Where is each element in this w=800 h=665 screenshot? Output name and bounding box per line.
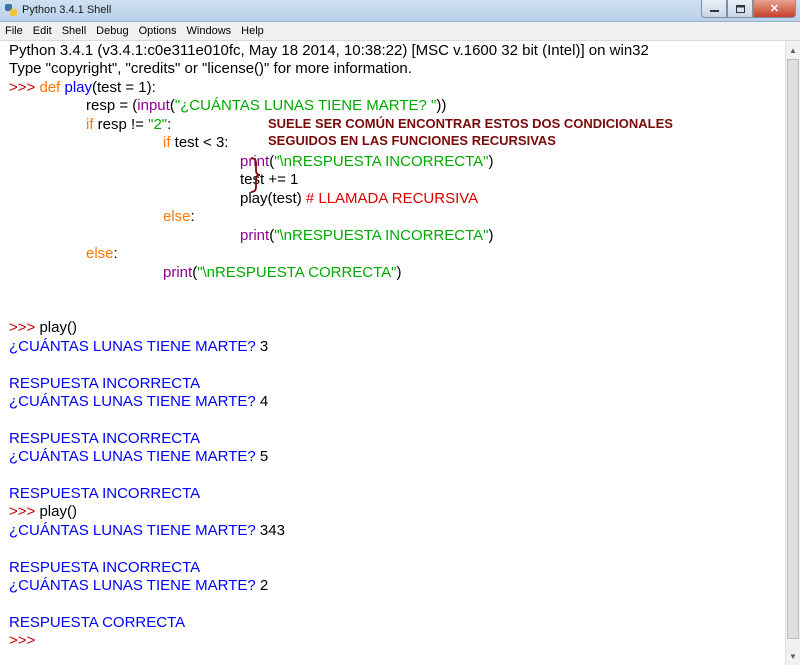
keyword-if: if — [163, 134, 175, 151]
title-bar[interactable]: Python 3.4.1 Shell ✕ — [0, 0, 800, 22]
menu-edit[interactable]: Edit — [28, 25, 57, 37]
shell-text-area[interactable]: Python 3.4.1 (v3.4.1:c0e311e010fc, May 1… — [0, 41, 785, 665]
if-condition: resp != — [97, 116, 149, 133]
session-correct: RESPUESTA CORRECTA — [9, 614, 186, 631]
maximize-button[interactable] — [727, 0, 753, 18]
question-output: ¿CUÁNTAS LUNAS TIENE MARTE? — [9, 393, 260, 410]
colon: : — [190, 208, 195, 225]
code-line-else-inner: else: — [163, 208, 195, 226]
python-logo-icon — [5, 4, 17, 16]
maximize-icon — [735, 4, 745, 13]
window-title: Python 3.4.1 Shell — [22, 4, 112, 16]
shell-prompt: >>> — [9, 79, 40, 96]
resp-assign: resp = ( — [86, 97, 138, 114]
play-call: play() — [39, 319, 77, 336]
menu-help[interactable]: Help — [236, 25, 269, 37]
code-line-if-test: if test < 3: — [163, 134, 228, 152]
info-banner: Type "copyright", "credits" or "license(… — [9, 60, 412, 77]
shell-prompt: >>> — [9, 503, 40, 520]
scrollbar-thumb[interactable] — [787, 59, 799, 639]
user-answer: 5 — [259, 448, 269, 465]
minimize-button[interactable] — [701, 0, 727, 18]
close-icon: ✕ — [769, 3, 780, 15]
keyword-else: else — [163, 208, 191, 225]
user-answer: 3 — [259, 338, 269, 355]
session-incorrect-4: RESPUESTA INCORRECTA — [9, 559, 201, 576]
session-incorrect-3: RESPUESTA INCORRECTA — [9, 485, 201, 502]
menu-windows[interactable]: Windows — [182, 25, 237, 37]
code-line-if-resp: if resp != "2": — [86, 116, 171, 134]
paren-close: ) — [488, 227, 494, 244]
session-call-1: >>> play() — [9, 319, 77, 337]
scroll-up-arrow-icon[interactable]: ▲ — [786, 42, 800, 58]
annotation-line-2: SEGUIDOS EN LAS FUNCIONES RECURSIVAS — [268, 133, 556, 148]
session-question-3: ¿CUÁNTAS LUNAS TIENE MARTE? 5 — [9, 448, 268, 466]
scroll-down-arrow-icon[interactable]: ▼ — [786, 648, 800, 664]
vertical-scrollbar[interactable]: ▲ ▼ — [785, 41, 800, 665]
keyword-else: else — [86, 245, 114, 262]
user-answer: 343 — [259, 522, 285, 539]
session-question-4: ¿CUÁNTAS LUNAS TIENE MARTE? 343 — [9, 522, 285, 540]
code-line-print-incorrect-2: print("\nRESPUESTA INCORRECTA") — [240, 227, 494, 245]
close-button[interactable]: ✕ — [753, 0, 796, 18]
colon: : — [113, 245, 118, 262]
menu-file[interactable]: File — [0, 25, 28, 37]
if-test-condition: test < 3: — [174, 134, 229, 151]
keyword-def: def — [39, 79, 65, 96]
menu-options[interactable]: Options — [134, 25, 182, 37]
if-string: "2" — [148, 116, 168, 133]
builtin-print: print — [163, 264, 193, 281]
session-incorrect-1: RESPUESTA INCORRECTA — [9, 375, 201, 392]
user-answer: 2 — [259, 577, 269, 594]
session-incorrect-2: RESPUESTA INCORRECTA — [9, 430, 201, 447]
code-line-recursive-call: play(test) # LLAMADA RECURSIVA — [240, 190, 478, 208]
colon: : — [167, 116, 172, 133]
paren-close: )) — [436, 97, 447, 114]
minimize-icon — [709, 9, 719, 12]
code-line-else-outer: else: — [86, 245, 118, 263]
question-output: ¿CUÁNTAS LUNAS TIENE MARTE? — [9, 448, 260, 465]
annotation-line-1: SUELE SER COMÚN ENCONTRAR ESTOS DOS COND… — [268, 116, 673, 131]
question-output: ¿CUÁNTAS LUNAS TIENE MARTE? — [9, 577, 260, 594]
question-output: ¿CUÁNTAS LUNAS TIENE MARTE? — [9, 338, 260, 355]
brace-annotation-icon — [250, 157, 261, 193]
menu-bar: File Edit Shell Debug Options Windows He… — [0, 22, 800, 41]
input-prompt-string: "¿CUÁNTAS LUNAS TIENE MARTE? " — [174, 97, 437, 114]
builtin-input: input — [137, 97, 170, 114]
question-output: ¿CUÁNTAS LUNAS TIENE MARTE? — [9, 522, 260, 539]
paren-close: ) — [488, 153, 494, 170]
window-controls: ✕ — [701, 0, 796, 18]
keyword-if: if — [86, 116, 98, 133]
correct-string: "\nRESPUESTA CORRECTA" — [197, 264, 397, 281]
final-prompt[interactable]: >>> — [9, 632, 35, 650]
version-banner: Python 3.4.1 (v3.4.1:c0e311e010fc, May 1… — [9, 42, 649, 59]
session-call-2: >>> play() — [9, 503, 77, 521]
session-question-2: ¿CUÁNTAS LUNAS TIENE MARTE? 4 — [9, 393, 268, 411]
incorrect-string: "\nRESPUESTA INCORRECTA" — [274, 153, 489, 170]
menu-shell[interactable]: Shell — [57, 25, 91, 37]
def-params: (test = 1): — [92, 79, 156, 96]
function-name: play — [64, 79, 93, 96]
code-line-input: resp = (input("¿CUÁNTAS LUNAS TIENE MART… — [86, 97, 446, 115]
paren-close: ) — [396, 264, 402, 281]
code-line-print-correct: print("\nRESPUESTA CORRECTA") — [163, 264, 402, 282]
menu-debug[interactable]: Debug — [91, 25, 133, 37]
session-question-5: ¿CUÁNTAS LUNAS TIENE MARTE? 2 — [9, 577, 268, 595]
comment: # LLAMADA RECURSIVA — [305, 190, 479, 207]
code-line-def: >>> def play(test = 1): — [9, 79, 156, 97]
session-question-1: ¿CUÁNTAS LUNAS TIENE MARTE? 3 — [9, 338, 268, 356]
builtin-print: print — [240, 227, 270, 244]
play-call: play() — [39, 503, 77, 520]
user-answer: 4 — [259, 393, 269, 410]
incorrect-string: "\nRESPUESTA INCORRECTA" — [274, 227, 489, 244]
shell-prompt: >>> — [9, 319, 40, 336]
code-line-print-incorrect: print("\nRESPUESTA INCORRECTA") — [240, 153, 494, 171]
